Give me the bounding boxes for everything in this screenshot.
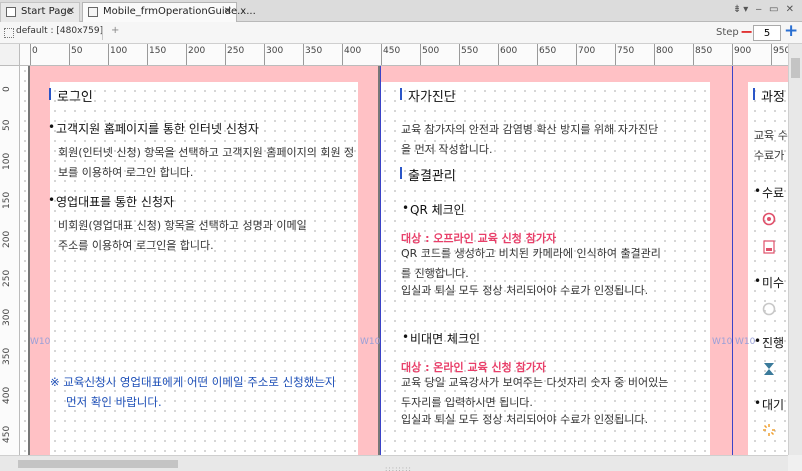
- loading-icon: [763, 424, 775, 436]
- ruler-label: 950: [773, 46, 788, 56]
- ruler-label: 300: [266, 46, 284, 56]
- ruler-label: 800: [656, 46, 674, 56]
- section-title-attendance: 출결관리: [400, 165, 456, 184]
- section-title-course: 과정: [753, 86, 785, 105]
- horizontal-ruler: 0 50 100 150 200 250 300 350 400 450 500 550 600 650 7…: [20, 44, 788, 66]
- start-page-icon: [6, 7, 16, 17]
- certificate-icon: [763, 240, 775, 254]
- step-increase-button[interactable]: +: [784, 21, 798, 41]
- ruler-label: 350: [2, 347, 12, 365]
- paragraph-qr-complete: 입실과 퇴실 모두 정상 처리되어야 수료가 인정됩니다.: [401, 284, 649, 297]
- paragraph-self-diagnosis: 교육 참가자의 안전과 감염병 확산 방지를 위해 자가진단을 먼저 작성합니다…: [401, 123, 659, 156]
- ruler-label: 200: [188, 46, 206, 56]
- ruler-label: 50: [71, 46, 83, 56]
- scroll-thumb[interactable]: [791, 58, 800, 78]
- vertical-scrollbar[interactable]: [788, 44, 802, 455]
- right-panel-left-margin: [734, 82, 748, 455]
- ruler-label: 450: [2, 425, 12, 443]
- course-text-line: 수료가: [754, 149, 785, 162]
- ruler-label: 350: [305, 46, 323, 56]
- close-icon[interactable]: ✕: [67, 3, 75, 21]
- ruler-label: 750: [617, 46, 635, 56]
- bullet-sales-applicant: 영업대표를 통한 신청자: [48, 193, 346, 210]
- paragraph-qr: QR 코드를 생성하고 비치된 카메라에 인식하여 출결관리를 진행합니다.: [401, 247, 661, 280]
- middle-panel-right-margin: [710, 82, 734, 455]
- top-margin-band: [30, 66, 788, 82]
- ruler-label: 650: [539, 46, 557, 56]
- paragraph-remote: 교육 당일 교육강사가 보여주는 다섯자리 숫자 중 비어있는 두자리를 입력하…: [401, 376, 669, 409]
- ruler-label: 250: [2, 269, 12, 287]
- ruler-label: 400: [2, 386, 12, 404]
- stamp-gray-icon: [762, 302, 776, 316]
- paragraph-sales-login: 비회원(영업대표 신청) 항목을 선택하고 성명과 이메일 주소를 이용하여 로…: [58, 219, 307, 252]
- bullet-waiting: 대기: [754, 396, 784, 413]
- step-input[interactable]: [753, 25, 781, 41]
- width-marker: W10: [712, 337, 733, 347]
- ruler-label: 300: [2, 308, 12, 326]
- stamp-icon: [762, 212, 776, 226]
- screen-selector[interactable]: default : [480x759]: [16, 26, 103, 36]
- bullet-in-progress: 진행: [754, 334, 784, 351]
- window-controls[interactable]: ⇟▾ ‒ ▭ ✕: [733, 4, 796, 15]
- email-notice: ※ 교육신청시 영업대표에게 어떤 이메일 주소로 신청했는지 먼저 확인 바랍…: [50, 375, 336, 409]
- guide-line[interactable]: [380, 66, 381, 455]
- ruler-label: 600: [500, 46, 518, 56]
- step-decrease-button[interactable]: −: [740, 22, 753, 41]
- toolbar-divider: [102, 26, 103, 40]
- hourglass-icon: [764, 363, 774, 375]
- ruler-corner: [0, 44, 20, 66]
- ruler-label: 50: [2, 119, 12, 131]
- tab-label: Mobile_frmOperationGuide.x...: [103, 6, 256, 17]
- designer-toolbar: default : [480x759] + Step − +: [0, 21, 802, 44]
- scroll-thumb[interactable]: [18, 460, 178, 468]
- course-text-line: 교육 수: [754, 129, 788, 142]
- ruler-label: 500: [422, 46, 440, 56]
- section-title-login: 로그인: [49, 86, 93, 105]
- width-marker: W10: [735, 337, 756, 347]
- bullet-qr-checkin: QR 체크인: [402, 201, 465, 218]
- ruler-label: 0: [2, 86, 12, 92]
- tab-start-page[interactable]: Start Page ✕: [0, 2, 80, 22]
- ruler-label: 250: [227, 46, 245, 56]
- ruler-label: 0: [32, 46, 38, 56]
- ruler-label: 200: [2, 230, 12, 248]
- add-screen-icon[interactable]: +: [111, 25, 119, 36]
- guide-line[interactable]: [732, 66, 733, 455]
- screen-frame-left: [28, 66, 30, 455]
- design-canvas[interactable]: W10 W10 W10 W10 로그인 고객지원 홈페이지를 통한 인터넷 신청…: [20, 66, 788, 455]
- paragraph-internet-login: 회원(인터넷 신청) 항목을 선택하고 고객지원 홈페이지의 회원 정보를 이용…: [58, 146, 355, 179]
- document-tab-strip: Start Page ✕ Mobile_frmOperationGuide.x.…: [0, 0, 802, 22]
- close-icon[interactable]: ✕: [224, 3, 232, 21]
- ruler-label: 450: [383, 46, 401, 56]
- toolbar-grip-icon[interactable]: [4, 28, 14, 38]
- section-title-self-diagnosis: 자가진단: [400, 86, 456, 105]
- bullet-internet-applicant: 고객지원 홈페이지를 통한 인터넷 신청자: [48, 120, 346, 137]
- width-marker: W10: [360, 337, 381, 347]
- width-marker: W10: [30, 337, 51, 347]
- ruler-label: 150: [149, 46, 167, 56]
- bullet-completed: 수료: [754, 184, 784, 201]
- bullet-incomplete: 미수: [754, 274, 784, 291]
- ruler-label: 100: [110, 46, 128, 56]
- tab-label: Start Page: [21, 6, 73, 17]
- ruler-label: 150: [2, 191, 12, 209]
- ruler-label: 400: [344, 46, 362, 56]
- resize-grip-icon[interactable]: ::::::::: [385, 465, 412, 471]
- bullet-remote-checkin: 비대면 체크인: [402, 330, 480, 347]
- form-file-icon: [88, 7, 98, 17]
- vertical-ruler: 0 50 100 150 200 250 300 350 400 450: [0, 66, 20, 455]
- left-margin-band: [30, 82, 50, 455]
- tab-operation-guide[interactable]: Mobile_frmOperationGuide.x... ✕: [82, 2, 256, 22]
- left-panel-right-margin: [358, 82, 378, 455]
- ruler-label: 850: [695, 46, 713, 56]
- ruler-label: 100: [2, 152, 12, 170]
- designer-window: Start Page ✕ Mobile_frmOperationGuide.x.…: [0, 0, 802, 471]
- ruler-label: 900: [734, 46, 752, 56]
- ruler-label: 550: [461, 46, 479, 56]
- paragraph-remote-complete: 입실과 퇴실 모두 정상 처리되어야 수료가 인정됩니다.: [401, 413, 649, 426]
- ruler-label: 700: [578, 46, 596, 56]
- step-label: Step: [716, 27, 739, 38]
